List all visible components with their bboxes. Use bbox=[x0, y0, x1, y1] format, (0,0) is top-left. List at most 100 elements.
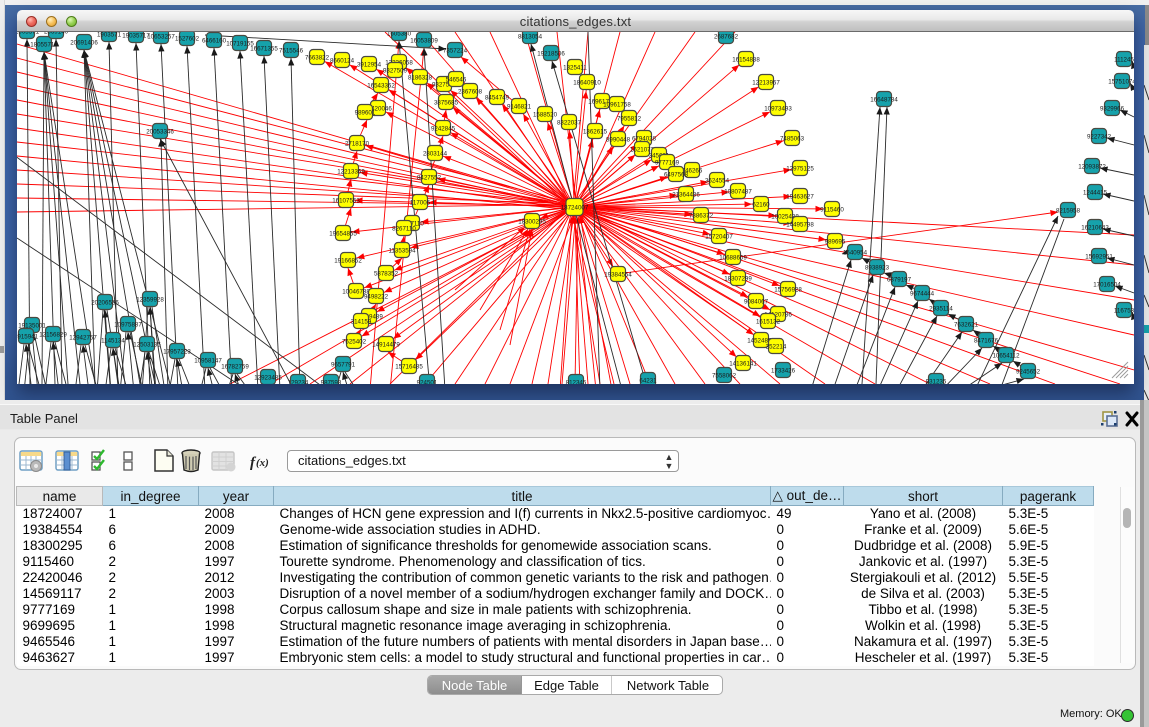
svg-text:924501: 924501 bbox=[417, 379, 438, 384]
svg-text:16671355: 16671355 bbox=[250, 45, 278, 52]
svg-text:931235: 931235 bbox=[926, 378, 947, 384]
svg-text:252214: 252214 bbox=[766, 343, 787, 350]
svg-text:7663822: 7663822 bbox=[305, 54, 330, 61]
svg-text:12503135: 12503135 bbox=[133, 341, 161, 348]
svg-text:12093872: 12093872 bbox=[1078, 163, 1106, 170]
svg-text:18724007: 18724007 bbox=[561, 204, 589, 211]
svg-text:989695: 989695 bbox=[825, 238, 846, 245]
svg-text:19654855: 19654855 bbox=[329, 230, 357, 237]
svg-text:10654112: 10654112 bbox=[992, 352, 1020, 359]
svg-text:8990448: 8990448 bbox=[606, 136, 631, 143]
svg-text:3624554: 3624554 bbox=[705, 177, 730, 184]
svg-text:2367608: 2367608 bbox=[458, 88, 483, 95]
svg-text:15692951: 15692951 bbox=[1085, 253, 1113, 260]
svg-text:117006: 117006 bbox=[410, 199, 431, 206]
svg-text:9245652: 9245652 bbox=[1016, 368, 1041, 375]
svg-text:2687682: 2687682 bbox=[714, 33, 739, 40]
svg-text:62160: 62160 bbox=[752, 201, 770, 208]
svg-text:15720407: 15720407 bbox=[705, 233, 733, 240]
svg-text:9777169: 9777169 bbox=[655, 159, 680, 166]
svg-text:6879197: 6879197 bbox=[887, 276, 912, 283]
svg-text:10688609: 10688609 bbox=[719, 254, 747, 261]
svg-text:16107553: 16107553 bbox=[332, 197, 360, 204]
svg-text:546546: 546546 bbox=[446, 76, 467, 83]
svg-text:19463627: 19463627 bbox=[786, 193, 814, 200]
svg-text:17957223: 17957223 bbox=[163, 348, 191, 355]
svg-text:5878352: 5878352 bbox=[374, 270, 399, 277]
svg-text:15756928: 15756928 bbox=[774, 286, 802, 293]
svg-text:19384554: 19384554 bbox=[604, 271, 632, 278]
svg-text:1640954: 1640954 bbox=[843, 249, 868, 256]
svg-text:9327509: 9327509 bbox=[383, 67, 408, 74]
svg-text:10807487: 10807487 bbox=[724, 188, 752, 195]
svg-text:1145134: 1145134 bbox=[101, 337, 125, 344]
svg-text:10973493: 10973493 bbox=[764, 105, 792, 112]
svg-text:9084067: 9084067 bbox=[744, 298, 769, 305]
svg-text:9498222: 9498222 bbox=[364, 293, 389, 300]
svg-text:64231: 64231 bbox=[639, 377, 657, 384]
svg-text:3875685: 3875685 bbox=[434, 99, 459, 106]
svg-text:15751074: 15751074 bbox=[1108, 78, 1134, 85]
svg-text:12942757: 12942757 bbox=[69, 334, 97, 341]
svg-text:2069140: 2069140 bbox=[44, 32, 69, 35]
svg-text:18307299: 18307299 bbox=[724, 275, 752, 282]
svg-text:1588520: 1588520 bbox=[533, 111, 558, 118]
svg-text:8186328: 8186328 bbox=[408, 74, 433, 81]
svg-text:18055712: 18055712 bbox=[30, 41, 58, 48]
svg-text:7955812: 7955812 bbox=[617, 115, 642, 122]
svg-text:15716485: 15716485 bbox=[395, 363, 423, 370]
svg-text:9329966: 9329966 bbox=[1100, 105, 1125, 112]
svg-text:16154838: 16154838 bbox=[732, 56, 760, 63]
svg-text:17016504: 17016504 bbox=[1093, 281, 1121, 288]
svg-text:7515546: 7515546 bbox=[279, 47, 304, 54]
svg-text:1605380: 1605380 bbox=[387, 32, 412, 37]
svg-text:6466160: 6466160 bbox=[202, 37, 227, 44]
svg-text:8215958: 8215958 bbox=[1056, 207, 1081, 214]
svg-text:8813054: 8813054 bbox=[518, 33, 543, 40]
svg-text:3912954: 3912954 bbox=[357, 61, 382, 68]
svg-text:19166852: 19166852 bbox=[334, 257, 362, 264]
svg-text:9657791: 9657791 bbox=[331, 361, 356, 368]
svg-text:116753: 116753 bbox=[1114, 307, 1134, 314]
svg-text:3915941: 3915941 bbox=[17, 333, 39, 340]
svg-text:7625402: 7625402 bbox=[342, 338, 367, 345]
svg-text:8454749: 8454749 bbox=[485, 94, 510, 101]
svg-text:8267110: 8267110 bbox=[392, 225, 416, 232]
svg-text:8471676: 8471676 bbox=[974, 337, 999, 344]
svg-text:9115460: 9115460 bbox=[820, 206, 844, 213]
svg-text:9146821: 9146821 bbox=[507, 103, 532, 110]
svg-text:129234: 129234 bbox=[288, 379, 309, 384]
svg-text:20691406: 20691406 bbox=[70, 39, 98, 46]
svg-text:14914479: 14914479 bbox=[372, 341, 400, 348]
svg-text:1903571: 1903571 bbox=[97, 32, 122, 38]
svg-text:9227342: 9227342 bbox=[1087, 133, 1112, 140]
svg-text:314159: 314159 bbox=[351, 318, 372, 325]
svg-text:(x): (x) bbox=[256, 457, 269, 469]
svg-text:812345: 812345 bbox=[566, 379, 587, 384]
svg-text:8427552: 8427552 bbox=[417, 174, 442, 181]
svg-text:20053346: 20053346 bbox=[146, 128, 174, 135]
svg-text:1244415: 1244415 bbox=[1083, 189, 1108, 196]
svg-text:1733426: 1733426 bbox=[771, 367, 796, 374]
svg-text:12156829: 12156829 bbox=[39, 331, 67, 338]
svg-text:1362615: 1362615 bbox=[583, 128, 608, 135]
svg-text:8660124: 8660124 bbox=[330, 57, 355, 64]
svg-text:12213967: 12213967 bbox=[752, 79, 780, 86]
svg-text:12359928: 12359928 bbox=[136, 296, 164, 303]
svg-text:8322037: 8322037 bbox=[557, 119, 582, 126]
svg-text:1527602: 1527602 bbox=[175, 35, 200, 42]
svg-text:7558062: 7558062 bbox=[712, 372, 737, 379]
svg-text:18640910: 18640910 bbox=[573, 79, 601, 86]
svg-text:19218506: 19218506 bbox=[537, 50, 565, 57]
svg-text:9242845: 9242845 bbox=[431, 125, 456, 132]
svg-text:18300295: 18300295 bbox=[518, 218, 546, 225]
svg-text:6497568: 6497568 bbox=[664, 171, 689, 178]
svg-text:16053809: 16053809 bbox=[410, 37, 438, 44]
svg-text:19035717: 19035717 bbox=[122, 32, 150, 39]
svg-text:10975887: 10975887 bbox=[114, 321, 142, 328]
svg-text:987593: 987593 bbox=[321, 379, 342, 384]
svg-text:7632621: 7632621 bbox=[954, 321, 979, 328]
svg-text:2718170: 2718170 bbox=[345, 140, 370, 147]
svg-text:2935114: 2935114 bbox=[929, 305, 953, 312]
svg-text:7357224: 7357224 bbox=[443, 47, 468, 54]
